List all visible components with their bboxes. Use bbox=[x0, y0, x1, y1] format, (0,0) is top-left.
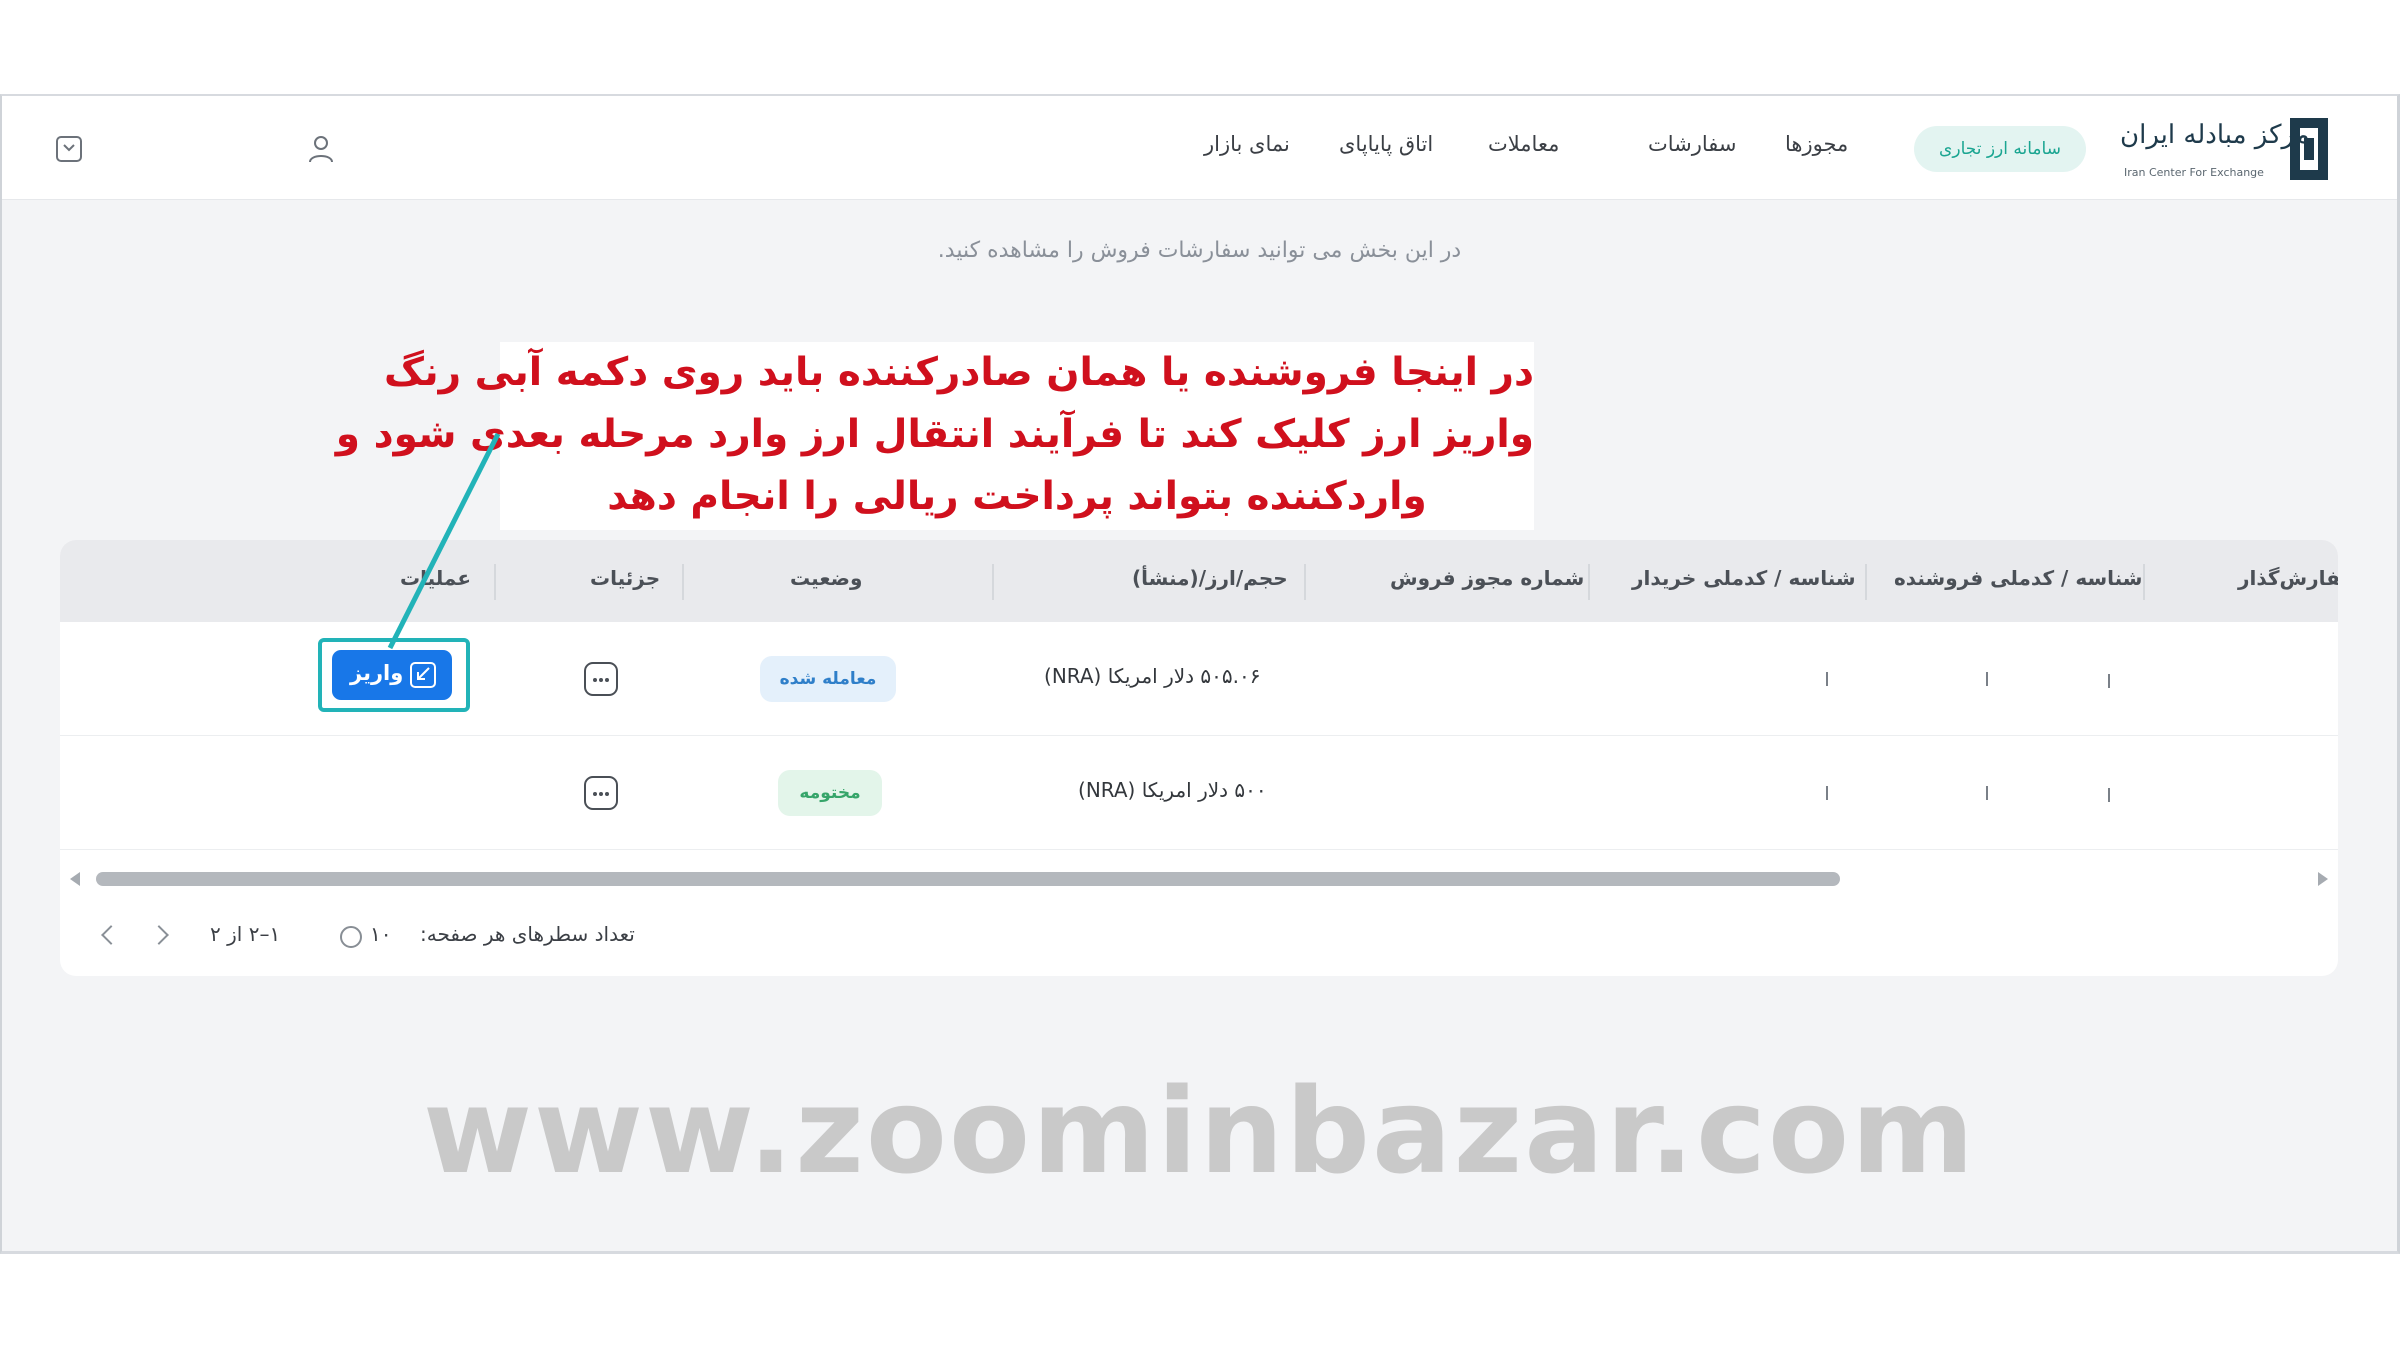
col-order-submitter[interactable]: سفارش‌گذار bbox=[2238, 566, 2338, 590]
top-nav: نمای بازار اتاق پایاپای معاملات سفارشات … bbox=[2, 96, 2397, 200]
column-divider bbox=[992, 564, 994, 600]
app-window: نمای بازار اتاق پایاپای معاملات سفارشات … bbox=[0, 94, 2400, 1254]
pagination: تعداد سطرهای هر صفحه: ۱۰ ۱–۲ از ۲ bbox=[60, 900, 2338, 976]
scroll-right-arrow[interactable] bbox=[2318, 872, 2328, 886]
table-row[interactable]: ۵۰۵.۰۶ دلار امریکا (NRA) معامله شده واری… bbox=[60, 622, 2338, 736]
col-status[interactable]: وضعیت bbox=[790, 566, 862, 590]
logo-mark-icon bbox=[2290, 118, 2328, 180]
scrollbar-thumb[interactable] bbox=[96, 872, 1840, 886]
orders-table-card: سفارش‌گذار شناسه / کدملی فروشنده شناسه /… bbox=[60, 540, 2338, 976]
more-dots-icon[interactable] bbox=[584, 662, 618, 696]
table-header: سفارش‌گذار شناسه / کدملی فروشنده شناسه /… bbox=[60, 540, 2338, 622]
seller-id-cell bbox=[1986, 786, 1988, 800]
column-divider bbox=[2143, 564, 2145, 600]
logo-text: مرکز مبادله ایران bbox=[2120, 120, 2310, 150]
user-icon[interactable] bbox=[308, 134, 334, 164]
more-dots-icon[interactable] bbox=[584, 776, 618, 810]
horizontal-scrollbar[interactable] bbox=[70, 868, 2328, 888]
chevron-down-icon[interactable] bbox=[56, 136, 82, 162]
annotation-line: واردکننده بتواند پرداخت ریالی را انجام د… bbox=[607, 474, 1427, 519]
volume-cell: ۵۰۰ دلار امریکا (NRA) bbox=[1078, 778, 1267, 802]
col-buyer-id[interactable]: شناسه / کدملی خریدار bbox=[1632, 566, 1856, 590]
submitter-cell bbox=[2108, 788, 2110, 802]
nav-market-view[interactable]: نمای بازار bbox=[1204, 132, 1290, 156]
nav-commercial-currency-system[interactable]: سامانه ارز تجاری bbox=[1914, 126, 2086, 172]
status-badge: معامله شده bbox=[760, 656, 896, 702]
scroll-left-arrow[interactable] bbox=[70, 872, 80, 886]
volume-cell: ۵۰۵.۰۶ دلار امریکا (NRA) bbox=[1044, 664, 1261, 688]
col-details[interactable]: جزئیات bbox=[590, 566, 660, 590]
brand-logo[interactable]: مرکز مبادله ایران Iran Center For Exchan… bbox=[2120, 116, 2330, 182]
deposit-icon bbox=[410, 662, 436, 688]
chevron-right-icon[interactable] bbox=[149, 925, 169, 945]
deposit-label: واریز bbox=[350, 661, 404, 685]
buyer-id-cell bbox=[1826, 672, 1828, 686]
col-sale-permit[interactable]: شماره مجوز فروش bbox=[1390, 566, 1584, 590]
status-badge: مختومه bbox=[778, 770, 882, 816]
chevron-left-icon[interactable] bbox=[101, 925, 121, 945]
rows-per-page-value[interactable]: ۱۰ bbox=[370, 922, 391, 946]
nav-trades[interactable]: معاملات bbox=[1488, 132, 1559, 156]
watermark: www.zoominbazar.com bbox=[422, 1062, 1977, 1200]
table-row[interactable]: ۵۰۰ دلار امریکا (NRA) مختومه bbox=[60, 736, 2338, 850]
nav-permits[interactable]: مجوزها bbox=[1785, 132, 1848, 156]
column-divider bbox=[1588, 564, 1590, 600]
col-seller-id[interactable]: شناسه / کدملی فروشنده bbox=[1894, 566, 2142, 590]
nav-clearing-room[interactable]: اتاق پایاپای bbox=[1339, 132, 1433, 156]
deposit-button[interactable]: واریز bbox=[332, 650, 452, 700]
column-divider bbox=[1304, 564, 1306, 600]
deposit-highlight: واریز bbox=[318, 638, 470, 712]
page-range: ۱–۲ از ۲ bbox=[210, 922, 281, 946]
annotation-callout: در اینجا فروشنده یا همان صادرکننده باید … bbox=[335, 342, 1534, 530]
submitter-cell bbox=[2108, 674, 2110, 688]
column-divider bbox=[1865, 564, 1867, 600]
col-actions[interactable]: عملیات bbox=[400, 566, 471, 590]
page-subtitle: در این بخش می توانید سفارشات فروش را مشا… bbox=[937, 238, 1462, 263]
column-divider bbox=[682, 564, 684, 600]
seller-id-cell bbox=[1986, 672, 1988, 686]
rows-per-page-label: تعداد سطرهای هر صفحه: bbox=[420, 922, 635, 946]
annotation-line: در اینجا فروشنده یا همان صادرکننده باید … bbox=[384, 350, 1534, 395]
nav-orders[interactable]: سفارشات bbox=[1648, 132, 1737, 156]
logo-subtitle: Iran Center For Exchange bbox=[2124, 166, 2264, 179]
column-divider bbox=[494, 564, 496, 600]
annotation-line: واریز ارز کلیک کند تا فرآیند انتقال ارز … bbox=[335, 412, 1534, 457]
buyer-id-cell bbox=[1826, 786, 1828, 800]
col-volume[interactable]: حجم/ارز/(منشأ) bbox=[1132, 566, 1288, 590]
rows-per-page-dropdown[interactable] bbox=[340, 926, 362, 948]
